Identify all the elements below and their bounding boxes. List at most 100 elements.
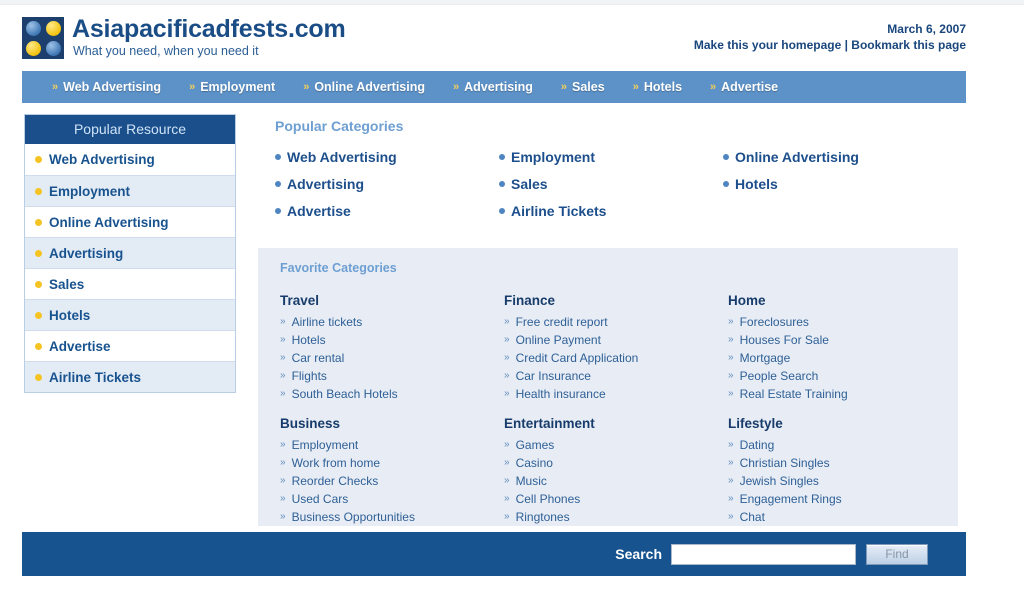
favorite-link-label: Airline tickets: [291, 315, 363, 329]
sidebar-item-advertise[interactable]: Advertise: [25, 330, 235, 361]
nav-item-web-advertising[interactable]: » Web Advertising: [52, 80, 161, 94]
favorite-link-houses-for-sale[interactable]: » Houses For Sale: [728, 332, 958, 348]
favorite-link-work-from-home[interactable]: » Work from home: [280, 455, 504, 471]
favorite-link-jewish-singles[interactable]: » Jewish Singles: [728, 473, 958, 489]
popular-resource-sidebar: Popular Resource Web Advertising Employme…: [24, 114, 236, 393]
favorite-link-label: Flights: [291, 369, 327, 383]
site-title: Asiapacificadfests.com: [72, 15, 346, 43]
double-chevron-right-icon: »: [280, 370, 286, 381]
logo-cell-bottom-right: [44, 39, 62, 57]
favorite-link-real-estate-training[interactable]: » Real Estate Training: [728, 386, 958, 402]
favorite-link-label: Cell Phones: [515, 492, 581, 506]
favorite-link-label: Christian Singles: [739, 456, 830, 470]
blue-dot-icon: [499, 181, 505, 187]
favorite-link-people-search[interactable]: » People Search: [728, 368, 958, 384]
favorite-link-christian-singles[interactable]: » Christian Singles: [728, 455, 958, 471]
favorite-link-employment[interactable]: » Employment: [280, 437, 504, 453]
nav-item-employment[interactable]: » Employment: [189, 80, 275, 94]
favorite-link-car-rental[interactable]: » Car rental: [280, 350, 504, 366]
double-chevron-right-icon: »: [280, 439, 286, 450]
top-strip: [0, 0, 1024, 5]
nav-item-advertising[interactable]: » Advertising: [453, 80, 533, 94]
favorite-link-car-insurance[interactable]: » Car Insurance: [504, 368, 728, 384]
double-chevron-right-icon: »: [280, 475, 286, 486]
favorite-link-foreclosures[interactable]: » Foreclosures: [728, 314, 958, 330]
find-button[interactable]: Find: [866, 543, 928, 565]
nav-item-hotels[interactable]: » Hotels: [633, 80, 682, 94]
sidebar-item-web-advertising[interactable]: Web Advertising: [25, 144, 235, 175]
favorite-link-flights[interactable]: » Flights: [280, 368, 504, 384]
favorite-link-dating[interactable]: » Dating: [728, 437, 958, 453]
favorite-link-label: Houses For Sale: [739, 333, 829, 347]
favorite-link-business-opportunities[interactable]: » Business Opportunities: [280, 509, 504, 525]
popular-category-advertising[interactable]: Advertising: [275, 173, 499, 195]
popular-category-label: Sales: [511, 176, 548, 192]
logo-cell-top-right: [44, 19, 62, 37]
popular-category-label: Advertise: [287, 203, 351, 219]
favorite-link-label: Hotels: [291, 333, 326, 347]
four-squares-logo-icon[interactable]: [22, 17, 64, 59]
popular-category-online-advertising[interactable]: Online Advertising: [723, 146, 965, 168]
favorite-link-casino[interactable]: » Casino: [504, 455, 728, 471]
blue-circle-icon: [25, 20, 41, 36]
favorite-link-south-beach-hotels[interactable]: » South Beach Hotels: [280, 386, 504, 402]
double-chevron-right-icon: »: [280, 511, 286, 522]
popular-category-employment[interactable]: Employment: [499, 146, 723, 168]
double-chevron-right-icon: »: [728, 439, 734, 450]
sidebar-item-airline-tickets[interactable]: Airline Tickets: [25, 361, 235, 392]
chevron-right-icon: »: [560, 80, 568, 93]
favorite-link-used-cars[interactable]: » Used Cars: [280, 491, 504, 507]
favorite-link-health-insurance[interactable]: » Health insurance: [504, 386, 728, 402]
sidebar-item-employment[interactable]: Employment: [25, 175, 235, 206]
yellow-circle-icon: [25, 40, 41, 56]
link-separator: |: [844, 38, 848, 52]
chevron-right-icon: »: [52, 80, 59, 93]
favorite-link-chat[interactable]: » Chat: [728, 509, 958, 525]
favorite-link-cell-phones[interactable]: » Cell Phones: [504, 491, 728, 507]
double-chevron-right-icon: »: [280, 334, 286, 345]
popular-category-sales[interactable]: Sales: [499, 173, 723, 195]
chevron-right-icon: »: [453, 80, 460, 93]
favorite-link-ringtones[interactable]: » Ringtones: [504, 509, 728, 525]
bookmark-page-link[interactable]: Bookmark this page: [851, 38, 966, 52]
popular-category-airline-tickets[interactable]: Airline Tickets: [499, 200, 723, 222]
logo-cell-bottom-left: [24, 39, 42, 57]
nav-item-label: Hotels: [643, 80, 683, 94]
favorite-link-hotels[interactable]: » Hotels: [280, 332, 504, 348]
favorite-link-free-credit-report[interactable]: » Free credit report: [504, 314, 728, 330]
sidebar-item-label: Sales: [49, 276, 85, 292]
popular-category-web-advertising[interactable]: Web Advertising: [275, 146, 499, 168]
nav-item-advertise[interactable]: » Advertise: [710, 80, 778, 94]
double-chevron-right-icon: »: [280, 457, 286, 468]
sidebar-item-online-advertising[interactable]: Online Advertising: [25, 206, 235, 237]
favorite-link-online-payment[interactable]: » Online Payment: [504, 332, 728, 348]
make-homepage-link[interactable]: Make this your homepage: [694, 38, 841, 52]
favorite-link-games[interactable]: » Games: [504, 437, 728, 453]
sidebar-item-label: Employment: [49, 183, 131, 199]
favorite-link-music[interactable]: » Music: [504, 473, 728, 489]
popular-category-advertise[interactable]: Advertise: [275, 200, 499, 222]
search-input[interactable]: [671, 543, 856, 565]
sidebar-item-label: Advertise: [49, 338, 111, 354]
favorite-link-credit-card-application[interactable]: » Credit Card Application: [504, 350, 728, 366]
nav-item-label: Advertising: [464, 80, 533, 94]
nav-item-online-advertising[interactable]: » Online Advertising: [303, 80, 425, 94]
bottom-padding: [0, 576, 1024, 596]
nav-item-sales[interactable]: » Sales: [561, 80, 605, 94]
favorite-link-airline-tickets[interactable]: » Airline tickets: [280, 314, 504, 330]
double-chevron-right-icon: »: [280, 388, 286, 399]
sidebar-item-sales[interactable]: Sales: [25, 268, 235, 299]
favorite-link-reorder-checks[interactable]: » Reorder Checks: [280, 473, 504, 489]
double-chevron-right-icon: »: [728, 370, 734, 381]
sidebar-item-advertising[interactable]: Advertising: [25, 237, 235, 268]
popular-category-hotels[interactable]: Hotels: [723, 173, 965, 195]
favorite-link-engagement-rings[interactable]: » Engagement Rings: [728, 491, 958, 507]
favorite-link-label: Real Estate Training: [739, 387, 848, 401]
yellow-dot-icon: [35, 311, 42, 319]
favorite-link-label: Jewish Singles: [739, 474, 819, 488]
yellow-dot-icon: [35, 187, 42, 195]
favorite-link-label: Games: [515, 438, 555, 452]
favorite-link-label: South Beach Hotels: [291, 387, 398, 401]
favorite-link-mortgage[interactable]: » Mortgage: [728, 350, 958, 366]
sidebar-item-hotels[interactable]: Hotels: [25, 299, 235, 330]
